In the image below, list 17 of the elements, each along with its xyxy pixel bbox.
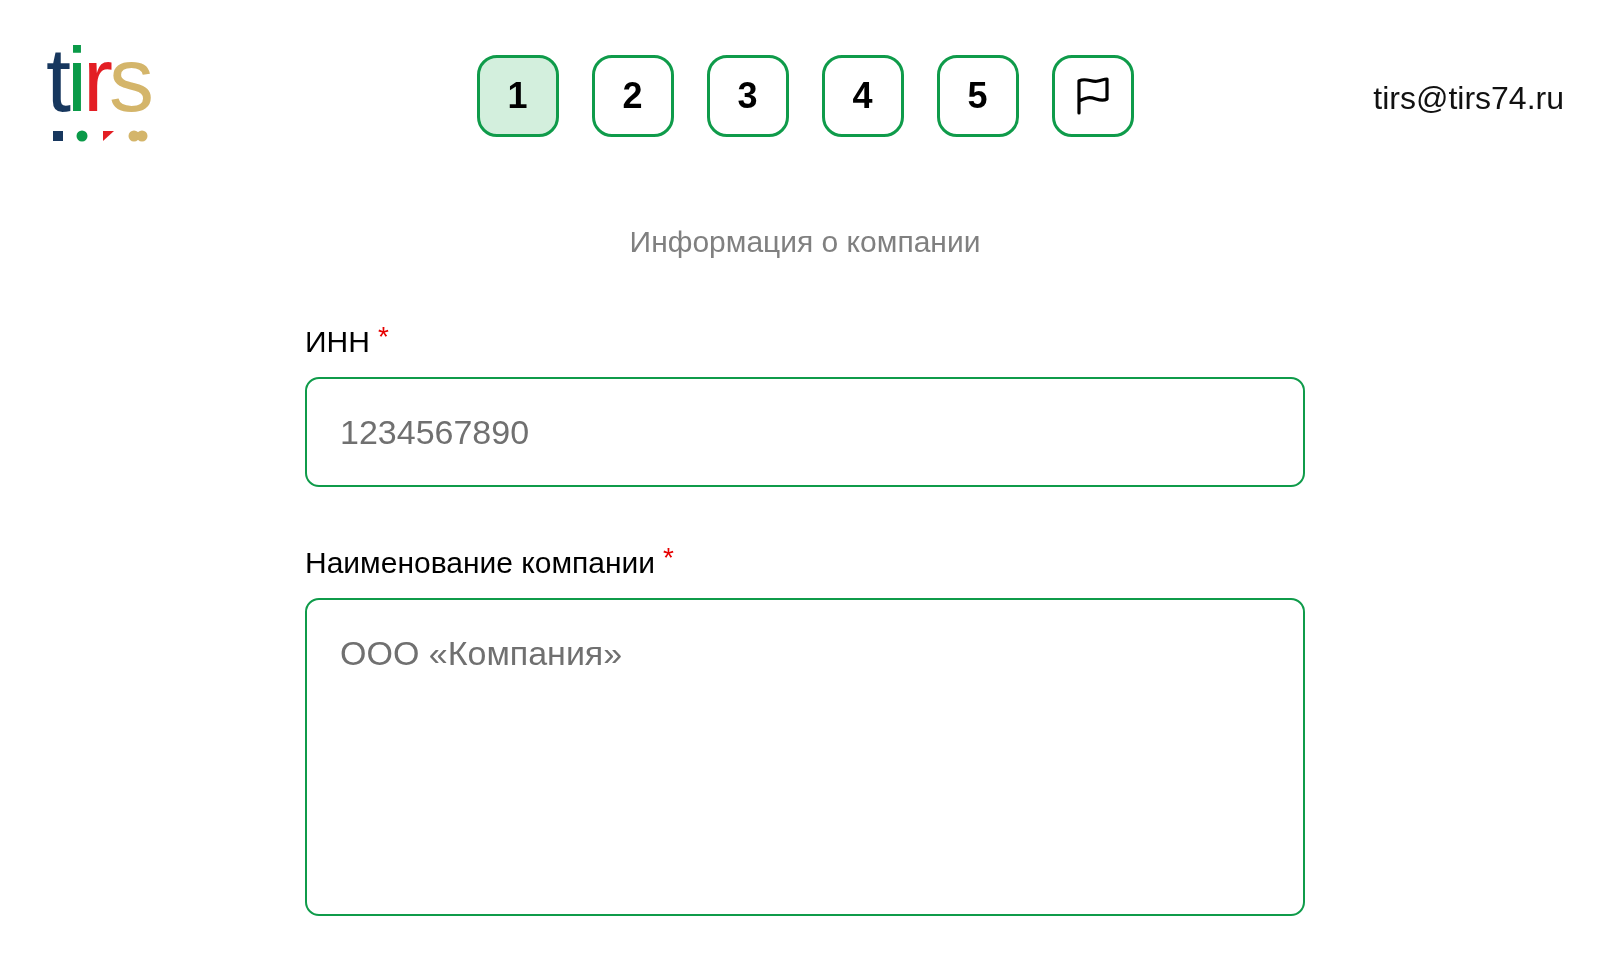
step-button[interactable]: 3: [706, 55, 789, 137]
logo-shapes-icon: [53, 130, 148, 142]
field-label: ИНН: [305, 324, 370, 360]
step-button[interactable]: 4: [821, 55, 904, 137]
textarea-field[interactable]: ООО «Компания»: [305, 598, 1305, 916]
step-button[interactable]: [1051, 55, 1134, 137]
section-title: Информация о компании: [629, 224, 981, 260]
required-mark: *: [377, 320, 389, 354]
input-field[interactable]: 1234567890: [305, 377, 1305, 487]
logo-wordmark[interactable]: tirs: [46, 35, 150, 125]
flag-icon: [1075, 77, 1110, 115]
step-button[interactable]: 5: [936, 55, 1019, 137]
email-link[interactable]: tirs@tirs74.ru: [1373, 78, 1564, 118]
required-mark: *: [663, 541, 674, 575]
field-label: Наименование компании: [305, 545, 656, 581]
step-button[interactable]: 2: [591, 55, 674, 137]
step-button[interactable]: 1: [476, 55, 559, 137]
